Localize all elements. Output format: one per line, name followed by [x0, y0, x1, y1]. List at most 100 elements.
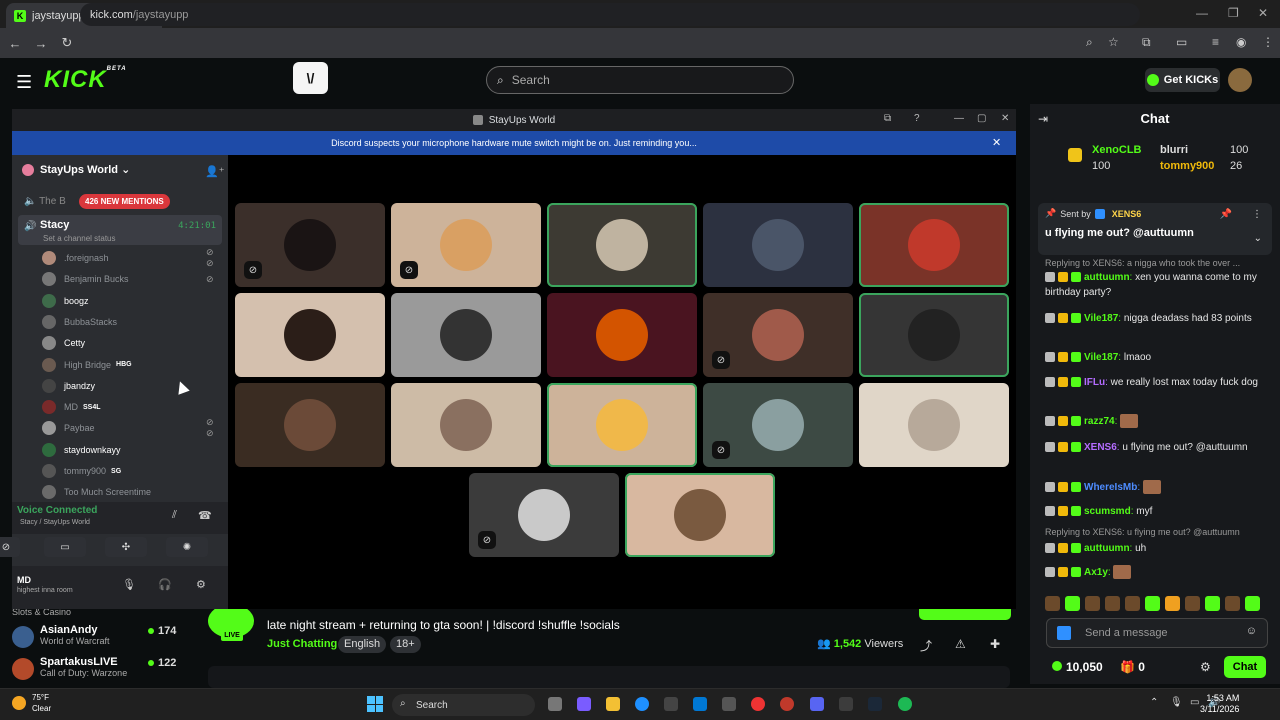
voice-member[interactable]: staydownkayy — [42, 442, 121, 457]
get-kicks-button[interactable]: Get KICKs — [1145, 68, 1220, 92]
participant-tile[interactable] — [859, 293, 1009, 377]
settings-gear-icon[interactable]: ⚙ — [196, 578, 206, 591]
hamburger-menu-icon[interactable]: ☰ — [16, 72, 32, 93]
chat-settings-icon[interactable]: ⚙ — [1200, 660, 1211, 674]
unpin-icon[interactable]: 📌 — [1220, 209, 1232, 220]
emote-icon[interactable] — [1245, 596, 1260, 611]
close-window-icon[interactable]: ✕ — [1258, 6, 1268, 20]
participant-tile[interactable] — [547, 383, 697, 467]
username[interactable]: MD — [17, 575, 31, 585]
tray-mic-icon[interactable]: 🎙 — [1170, 697, 1183, 708]
chat-message[interactable]: Ax1y: — [1045, 565, 1267, 580]
opera-icon[interactable] — [780, 697, 794, 711]
participant-tile[interactable]: ⊘ — [703, 293, 853, 377]
chat-username[interactable]: auttuumn — [1084, 543, 1130, 554]
voice-member[interactable]: tommy900 SG — [42, 464, 121, 478]
participant-tile[interactable]: ⊘ — [235, 203, 385, 287]
microphone-icon[interactable]: 🎙 — [122, 578, 136, 591]
voice-member[interactable]: .foreignash ⊘ ⊘ — [42, 247, 214, 268]
tray-chevron-icon[interactable]: ⌃ — [1150, 697, 1158, 708]
maximize-icon[interactable]: ▢ — [977, 113, 986, 124]
task-view-icon[interactable] — [548, 697, 562, 711]
soundboard-icon[interactable]: ✺ — [166, 537, 208, 557]
voice-member[interactable]: MD SS4L — [42, 400, 101, 415]
voice-channel-item[interactable]: 🔈 The B — [24, 196, 66, 207]
leader-name[interactable]: XenoCLB — [1092, 144, 1142, 156]
participant-tile[interactable] — [391, 383, 541, 467]
chat-username[interactable]: Vile187 — [1084, 352, 1118, 363]
user-avatar[interactable] — [1228, 68, 1252, 92]
voice-member[interactable]: Paybae ⊘ ⊘ — [42, 417, 214, 438]
participant-tile[interactable] — [625, 473, 775, 557]
send-chat-button[interactable]: Chat — [1224, 656, 1266, 678]
chat-message[interactable]: Vile187: lmaoo — [1045, 350, 1267, 365]
xbox-icon[interactable] — [839, 697, 853, 711]
chat-username[interactable]: razz74 — [1084, 416, 1115, 427]
discord-taskbar-icon[interactable] — [810, 697, 824, 711]
emote-icon[interactable] — [1145, 596, 1160, 611]
dismiss-notice-icon[interactable]: ✕ — [992, 136, 1001, 149]
emote-icon[interactable] — [1125, 596, 1140, 611]
sidebar-channel[interactable]: SpartakusLIVE Call of Duty: Warzone — [40, 656, 127, 678]
leader-name[interactable]: blurri — [1160, 144, 1188, 156]
camera-icon[interactable]: ⊘ — [0, 537, 20, 557]
emote-icon[interactable] — [1045, 596, 1060, 611]
invite-icon[interactable]: 👤⁺ — [205, 165, 225, 178]
outlook-icon[interactable] — [693, 697, 707, 711]
chat-message[interactable]: IFLu: we really lost max today fuck dog — [1045, 375, 1267, 390]
voice-member[interactable]: High Bridge HBG — [42, 357, 132, 372]
chat-message[interactable]: WhereIsMb: — [1045, 480, 1267, 495]
search-input[interactable]: ⌕ Search — [486, 66, 794, 94]
back-icon[interactable]: ← — [4, 36, 26, 51]
headphones-icon[interactable]: 🎧 — [158, 578, 172, 591]
chevron-down-icon[interactable]: ⌄ — [1254, 233, 1262, 244]
participant-tile[interactable]: ⊘ — [469, 473, 619, 557]
participant-tile[interactable] — [391, 293, 541, 377]
disconnect-icon[interactable]: ☎ — [198, 509, 212, 522]
chat-message[interactable]: scumsmd: myf — [1045, 504, 1267, 519]
kicks-balance[interactable]: 10,050 — [1052, 660, 1103, 674]
channel-status[interactable]: Set a channel status — [43, 234, 116, 243]
chat-message[interactable]: auttuumn: uh — [1045, 541, 1267, 556]
stream-tag[interactable]: 18+ — [390, 636, 421, 653]
new-mentions-badge[interactable]: 426 NEW MENTIONS — [79, 194, 170, 209]
voice-member[interactable]: Benjamin Bucks ⊘ — [42, 272, 214, 287]
server-header[interactable]: StayUps World ⌄ — [22, 163, 130, 177]
extensions-icon[interactable]: ⧉ — [1142, 35, 1151, 50]
chat-message[interactable]: razz74: — [1045, 414, 1267, 429]
participant-tile[interactable] — [859, 203, 1009, 287]
leader-name[interactable]: tommy900 — [1160, 160, 1214, 172]
sidepanel-icon[interactable]: ▭ — [1176, 35, 1187, 49]
emote-icon[interactable] — [1065, 596, 1080, 611]
system-clock[interactable]: 1:53 AM 3/11/2026 — [1200, 693, 1239, 715]
participant-tile[interactable] — [235, 383, 385, 467]
chat-username[interactable]: IFLu — [1084, 377, 1105, 388]
emote-icon[interactable] — [1205, 596, 1220, 611]
voice-member[interactable]: Cetty — [42, 336, 85, 351]
gift-count[interactable]: 🎁 0 — [1120, 660, 1145, 674]
copilot-icon[interactable] — [577, 697, 591, 711]
participant-tile[interactable] — [235, 293, 385, 377]
emote-icon[interactable] — [1165, 596, 1180, 611]
emoji-icon[interactable]: ☺ — [1246, 625, 1257, 637]
forward-icon[interactable]: → — [30, 36, 52, 51]
screen-share-icon[interactable]: ▭ — [44, 537, 86, 557]
chat-username[interactable]: auttuumn — [1084, 272, 1130, 283]
voice-member[interactable]: Too Much Screentime — [42, 485, 151, 500]
maximize-icon[interactable]: ❐ — [1228, 6, 1239, 20]
pinned-message[interactable]: 📌 Sent by XENS6 u flying me out? @auttuumn… — [1038, 203, 1272, 255]
chrome-icon[interactable] — [751, 697, 765, 711]
kick-logo[interactable]: KICKBETA — [44, 66, 127, 94]
report-icon[interactable]: ⚠ — [955, 637, 966, 651]
chat-message[interactable]: XENS6: u flying me out? @auttuumn — [1045, 440, 1267, 455]
url-field[interactable]: kick.com/jaystayupp — [80, 3, 1140, 26]
weather-widget[interactable]: 75°F Clear — [12, 692, 51, 714]
profile-icon[interactable]: ◉ — [1236, 35, 1246, 49]
streamer-app-logo[interactable]: \/ — [293, 62, 328, 94]
voice-member[interactable]: boogz — [42, 293, 89, 308]
chat-message[interactable]: Vile187: nigga deadass had 83 points — [1045, 311, 1267, 326]
store-icon[interactable] — [664, 697, 678, 711]
participant-tile[interactable]: ⊘ — [391, 203, 541, 287]
participant-tile[interactable]: ⊘ — [703, 383, 853, 467]
share-icon[interactable]: ⤴ — [920, 637, 932, 654]
